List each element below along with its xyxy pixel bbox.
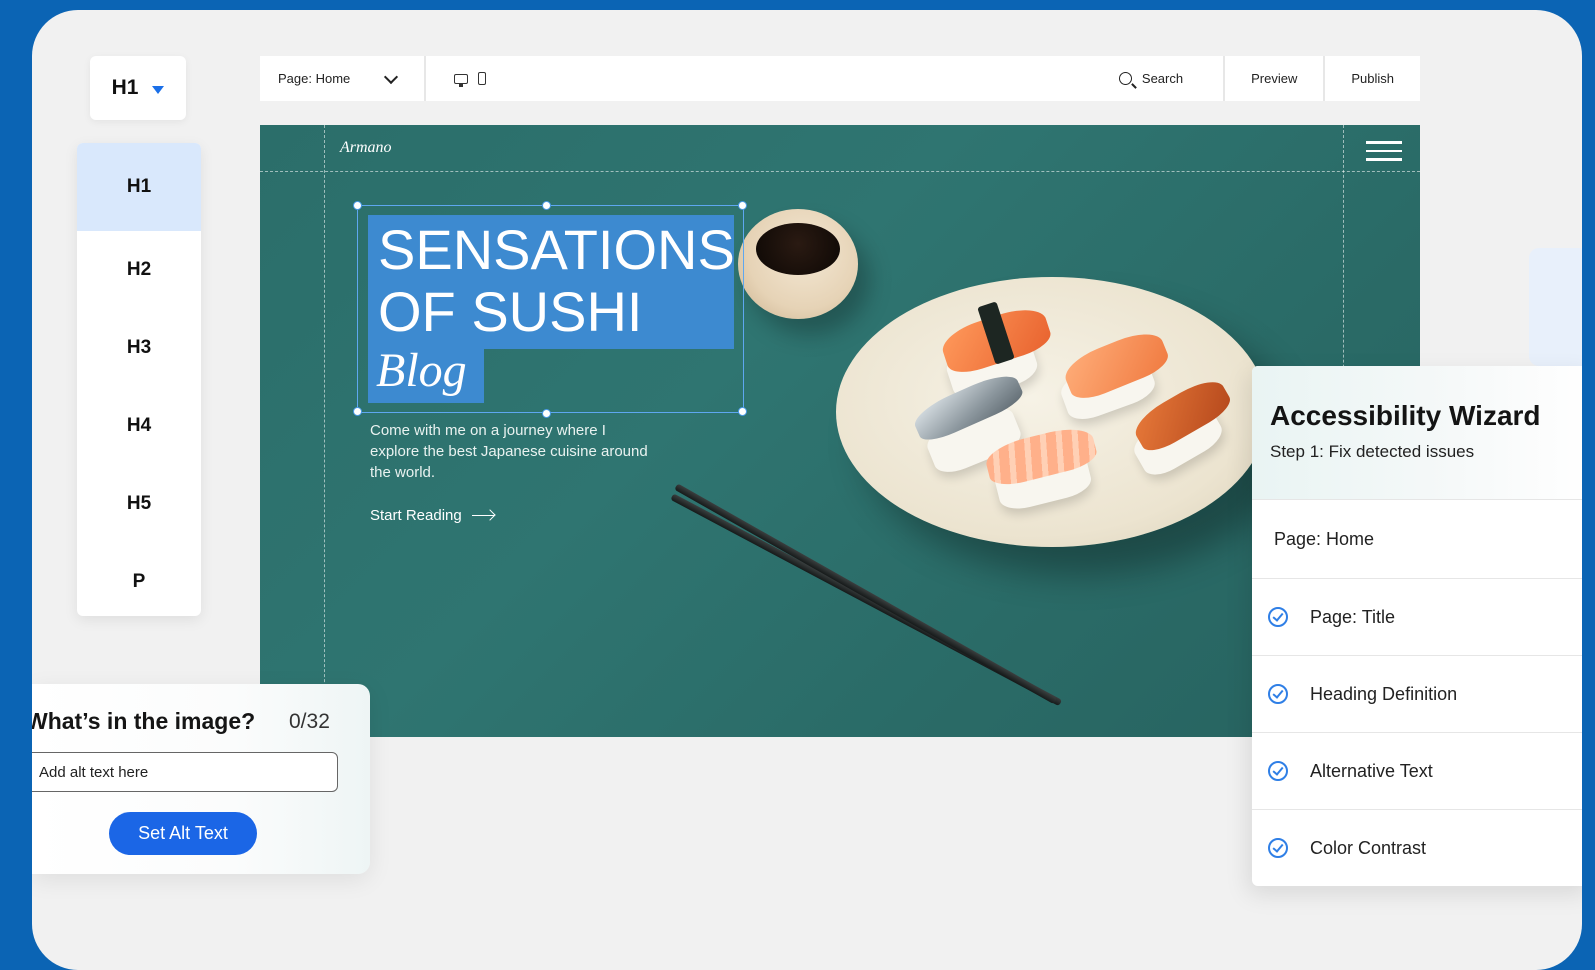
publish-button[interactable]: Publish <box>1323 56 1420 101</box>
heading-option-p[interactable]: P <box>77 543 201 621</box>
hero-description[interactable]: Come with me on a journey where I explor… <box>370 420 650 483</box>
text-selection-box[interactable] <box>357 205 744 413</box>
check-circle-icon <box>1268 838 1288 858</box>
start-reading-link[interactable]: Start Reading <box>370 507 494 524</box>
wizard-page-select[interactable]: Page: Home <box>1252 500 1582 579</box>
wizard-item-label: Alternative Text <box>1310 760 1433 781</box>
alt-text-panel: What’s in the image? 0/32 Add alt text h… <box>32 684 370 874</box>
page-select[interactable]: Page: Home <box>260 56 426 101</box>
search-icon <box>1118 72 1132 85</box>
wizard-item-label: Page: Title <box>1310 606 1396 627</box>
check-circle-icon <box>1268 607 1288 627</box>
set-alt-text-button[interactable]: Set Alt Text <box>109 812 257 855</box>
alt-text-char-count: 0/32 <box>289 710 330 733</box>
heading-dropdown[interactable]: H1 <box>90 56 186 120</box>
site-logo[interactable]: Armano <box>340 139 392 157</box>
alt-text-input[interactable]: Add alt text here <box>32 752 338 792</box>
wizard-item-heading-definition[interactable]: Heading Definition <box>1252 656 1582 733</box>
start-reading-label: Start Reading <box>370 507 462 524</box>
chevron-down-icon <box>384 69 399 84</box>
resize-handle[interactable] <box>738 407 747 416</box>
site-hero-canvas[interactable]: Armano SENSATIONS OF SUSHI Blog Come wit… <box>260 125 1420 737</box>
page-select-label: Page: Home <box>278 71 351 86</box>
editor-stage: H1 H1 H2 H3 H4 H5 P Page: Home Search Pr… <box>32 10 1582 970</box>
wizard-item-alternative-text[interactable]: Alternative Text <box>1252 733 1582 810</box>
wizard-item-color-contrast[interactable]: Color Contrast <box>1252 810 1582 886</box>
wizard-item-label: Heading Definition <box>1310 683 1458 704</box>
preview-button[interactable]: Preview <box>1223 56 1323 101</box>
side-panel-tab[interactable] <box>1529 248 1582 366</box>
wizard-header: Accessibility Wizard Step 1: Fix detecte… <box>1252 366 1582 500</box>
caret-down-icon <box>152 86 165 94</box>
accessibility-wizard-panel: Accessibility Wizard Step 1: Fix detecte… <box>1252 366 1582 886</box>
desktop-icon[interactable] <box>454 73 468 87</box>
wizard-subtitle: Step 1: Fix detected issues <box>1270 442 1475 461</box>
heading-options-list: H1 H2 H3 H4 H5 P <box>77 143 201 616</box>
search-label: Search <box>1141 71 1184 86</box>
resize-handle[interactable] <box>542 409 551 418</box>
search-button[interactable]: Search <box>1118 71 1223 86</box>
alt-text-question: What’s in the image? <box>32 708 256 734</box>
wizard-item-page-title[interactable]: Page: Title <box>1252 579 1582 656</box>
resize-handle[interactable] <box>353 407 362 416</box>
layout-guide-left <box>324 125 325 737</box>
editor-toolbar: Page: Home Search Preview Publish <box>260 56 1420 101</box>
heading-option-h1[interactable]: H1 <box>77 143 201 231</box>
device-switcher <box>426 72 486 87</box>
wizard-item-label: Color Contrast <box>1310 837 1427 858</box>
hamburger-menu-icon[interactable] <box>1366 141 1402 167</box>
layout-guide-header <box>260 171 1420 172</box>
soy-sauce-bowl-image <box>738 209 858 319</box>
heading-option-h4[interactable]: H4 <box>77 387 201 465</box>
sushi-plate-image[interactable] <box>836 277 1268 547</box>
resize-handle[interactable] <box>542 201 551 210</box>
arrow-right-icon <box>471 514 494 517</box>
mobile-icon[interactable] <box>478 72 486 85</box>
heading-option-h3[interactable]: H3 <box>77 309 201 387</box>
resize-handle[interactable] <box>353 201 362 210</box>
wizard-title: Accessibility Wizard <box>1270 400 1541 431</box>
check-circle-icon <box>1268 761 1288 781</box>
check-circle-icon <box>1268 684 1288 704</box>
resize-handle[interactable] <box>738 201 747 210</box>
heading-dropdown-value: H1 <box>111 76 139 99</box>
heading-option-h2[interactable]: H2 <box>77 231 201 309</box>
heading-option-h5[interactable]: H5 <box>77 465 201 543</box>
